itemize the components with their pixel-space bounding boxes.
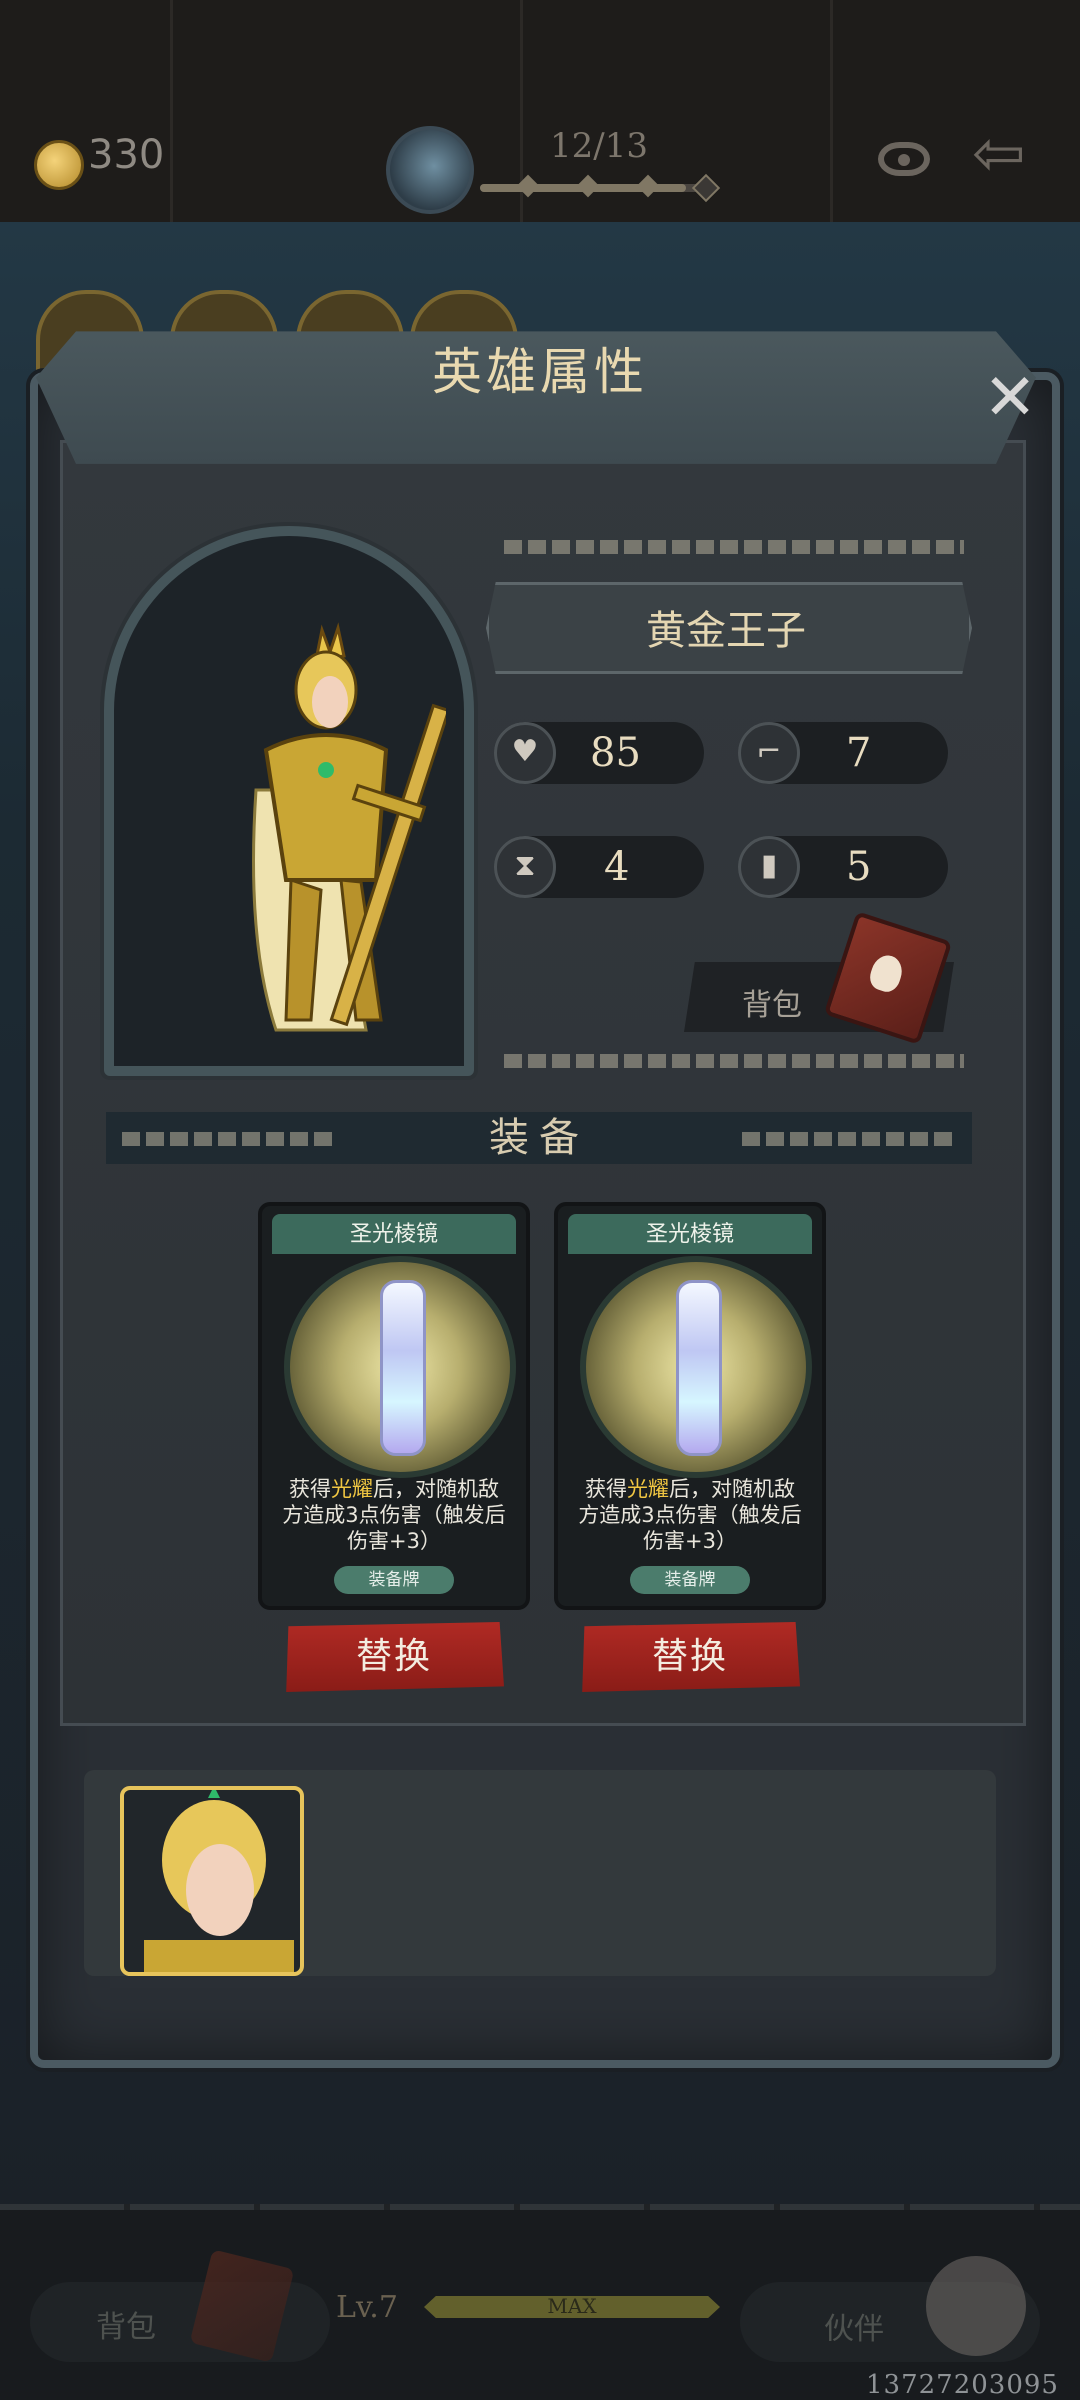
prism-crystal-icon [676,1280,722,1456]
coin-count: 330 [88,132,165,178]
panel-title: 英雄属性 [432,343,648,401]
dog-companion-icon[interactable] [926,2256,1026,2356]
prism-crystal-icon [380,1280,426,1456]
nav-partner-label[interactable]: 伙伴 [824,2304,884,2348]
hero-name: 黄金王子 [646,608,806,654]
equipment-title: 装备 [489,1115,589,1161]
eye-icon[interactable] [878,142,930,176]
hourglass-icon: ⧗ [494,836,556,898]
level-max-text: MAX [547,2294,597,2318]
card-description: 获得光耀后，对随机敌方造成3点伤害（触发后伤害+3） [578,1477,802,1553]
nav-bag-label[interactable]: 背包 [96,2302,156,2346]
card-name: 圣光棱镜 [349,1222,438,1247]
equipment-card[interactable]: 圣光棱镜 获得光耀后，对随机敌方造成3点伤害（触发后伤害+3） 装备牌 [554,1202,826,1610]
card-description: 获得光耀后，对随机敌方造成3点伤害（触发后伤害+3） [282,1477,506,1553]
heart-icon: ♥ [494,722,556,784]
equipment-card[interactable]: 圣光棱镜 获得光耀后，对随机敌方造成3点伤害（触发后伤害+3） 装备牌 [258,1202,530,1610]
portal-icon [386,126,474,214]
back-arrow-icon[interactable]: ⇦ [972,122,1026,186]
card-art [580,1256,812,1478]
coin-icon [34,140,84,190]
card-icon: ▮ [738,836,800,898]
stat-cards-value: 5 [846,844,872,890]
card-type-tag: 装备牌 [334,1566,454,1594]
stat-health-value: 85 [590,730,641,776]
card-type-tag: 装备牌 [630,1566,750,1594]
ornament-line [504,1054,964,1068]
ornament-line [504,540,964,554]
hero-thumbnail-golden-prince[interactable] [120,1786,304,1976]
level-label: Lv.7 [336,2290,398,2325]
card-art [284,1256,516,1478]
stage-progress-text: 12/13 [550,126,648,166]
stat-speed-value: 7 [846,730,872,776]
close-button[interactable]: ✕ [978,366,1042,432]
boot-icon: ⌐ [738,722,800,784]
watermark-text: 13727203095 [866,2370,1059,2400]
golden-prince-figure [252,622,446,1032]
hero-face-icon [144,1790,294,1972]
replace-button[interactable]: 替换 [582,1622,800,1692]
replace-button[interactable]: 替换 [286,1622,504,1692]
card-name: 圣光棱镜 [645,1222,734,1247]
stat-time-value: 4 [604,844,630,890]
bag-button-label[interactable]: 背包 [742,980,802,1024]
